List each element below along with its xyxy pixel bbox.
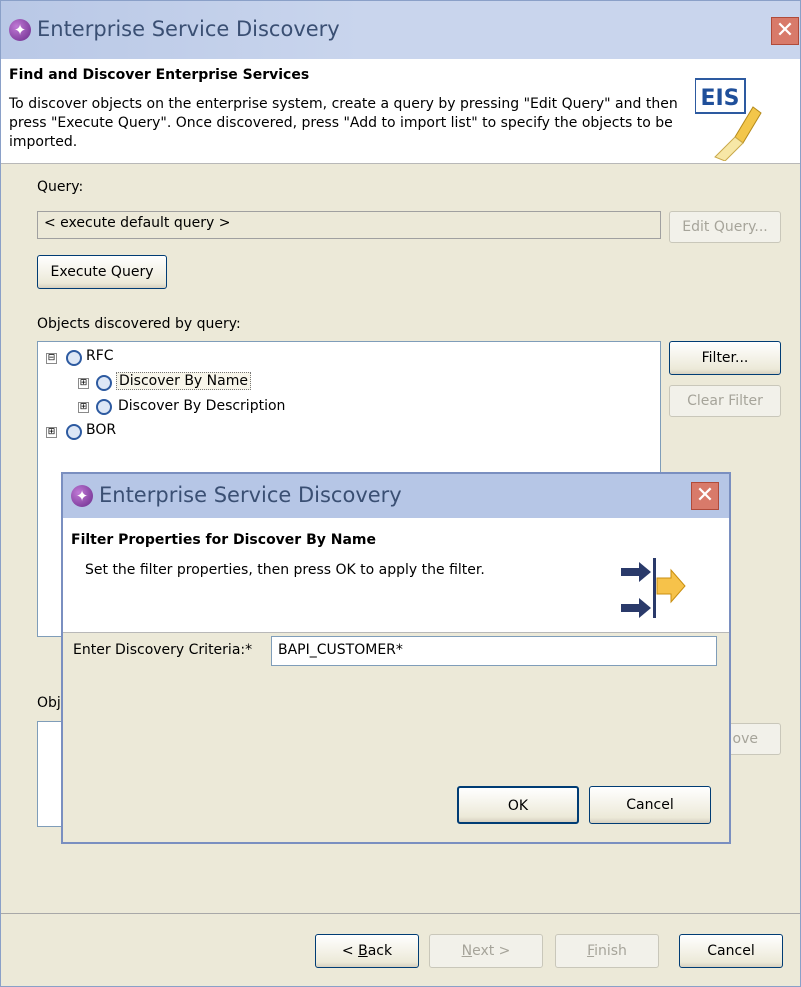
finish-button[interactable]: Finish	[555, 934, 659, 968]
eis-logo-text: EIS	[700, 86, 739, 111]
execute-query-button[interactable]: Execute Query	[37, 255, 167, 289]
clear-filter-button[interactable]: Clear Filter	[669, 385, 781, 417]
collapse-icon[interactable]: ⊟	[46, 353, 57, 364]
tree-node-discover-by-name[interactable]: Discover By Name	[116, 372, 251, 390]
dialog-cancel-button[interactable]: Cancel	[589, 786, 711, 824]
footer-divider	[1, 913, 800, 914]
window-titlebar[interactable]: ✦ Enterprise Service Discovery ✕	[1, 1, 800, 59]
close-icon[interactable]: ✕	[771, 17, 799, 45]
window-title: Enterprise Service Discovery	[37, 17, 340, 41]
app-logo-icon: ✦	[9, 19, 31, 41]
tree-node-discover-by-description[interactable]: Discover By Description	[118, 398, 285, 414]
filter-dialog: ✦ Enterprise Service Discovery ✕ Filter …	[61, 472, 731, 844]
dialog-header: Filter Properties for Discover By Name S…	[63, 518, 729, 633]
service-node-icon	[66, 424, 82, 440]
page-title: Find and Discover Enterprise Services	[9, 67, 310, 83]
filter-button[interactable]: Filter...	[669, 341, 781, 375]
tree-node-rfc[interactable]: RFC	[86, 348, 114, 364]
finish-label: inish	[594, 943, 627, 959]
service-node-icon	[96, 375, 112, 391]
filter-arrows-icon	[621, 558, 686, 618]
cancel-button[interactable]: Cancel	[679, 934, 783, 968]
next-button[interactable]: Next >	[429, 934, 543, 968]
criteria-label: Enter Discovery Criteria:*	[73, 642, 253, 658]
service-node-icon	[66, 350, 82, 366]
criteria-input[interactable]: BAPI_CUSTOMER*	[271, 636, 717, 666]
edit-query-button[interactable]: Edit Query...	[669, 211, 781, 243]
back-prefix: <	[341, 943, 359, 959]
back-mnemonic: B	[358, 943, 368, 959]
next-mnemonic: N	[461, 943, 473, 959]
app-logo-icon: ✦	[71, 485, 93, 507]
page-description: To discover objects on the enterprise sy…	[9, 96, 678, 150]
query-label: Query:	[37, 179, 84, 195]
import-list-label: Obj	[37, 695, 61, 711]
dialog-title: Enterprise Service Discovery	[99, 483, 402, 507]
expand-icon[interactable]: ⊞	[46, 427, 57, 438]
eis-logo-icon: EIS	[694, 77, 765, 162]
objects-label: Objects discovered by query:	[37, 316, 241, 332]
back-label: ack	[367, 943, 393, 959]
service-node-icon	[96, 399, 112, 415]
next-label: ext >	[472, 943, 511, 959]
expand-icon[interactable]: ⊞	[78, 378, 89, 389]
back-button[interactable]: < Back	[315, 934, 419, 968]
dialog-header-description: Set the filter properties, then press OK…	[85, 562, 485, 578]
expand-icon[interactable]: ⊞	[78, 402, 89, 413]
dialog-header-title: Filter Properties for Discover By Name	[71, 532, 376, 548]
dialog-titlebar[interactable]: ✦ Enterprise Service Discovery ✕	[63, 474, 729, 518]
tree-node-bor[interactable]: BOR	[86, 422, 116, 438]
query-field[interactable]: < execute default query >	[37, 211, 661, 239]
wizard-header: Find and Discover Enterprise Services To…	[1, 59, 800, 164]
dialog-close-icon[interactable]: ✕	[691, 482, 719, 510]
ok-button[interactable]: OK	[457, 786, 579, 824]
